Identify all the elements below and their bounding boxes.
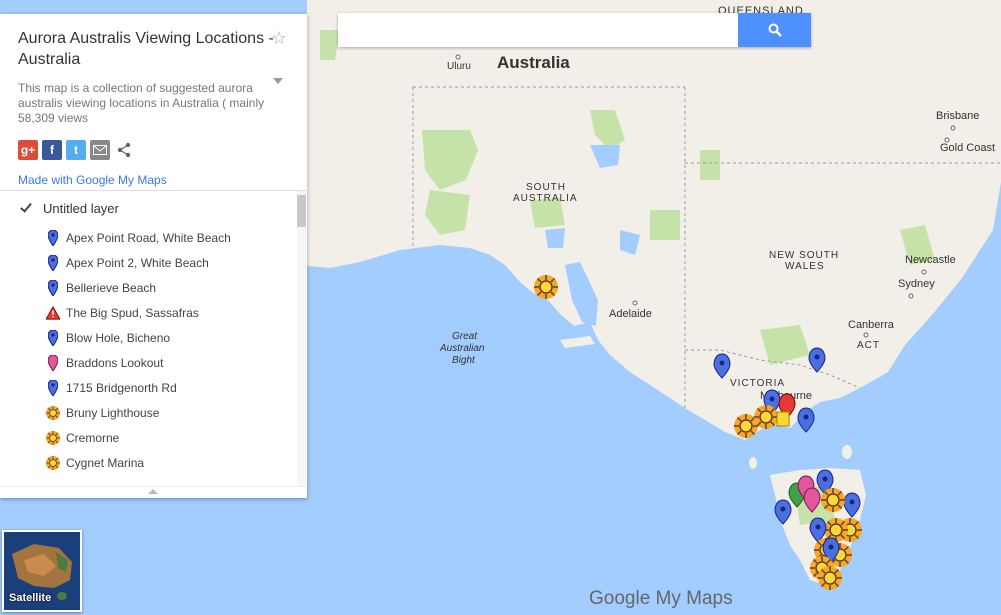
label-new-south: NEW SOUTH [769, 250, 839, 261]
email-icon[interactable] [90, 140, 110, 160]
layer-item[interactable]: Apex Point Road, White Beach [0, 225, 296, 250]
layer-item-label: The Big Spud, Sassafras [66, 305, 199, 320]
layer-item-label: Apex Point 2, White Beach [66, 255, 209, 270]
label-australia: Australia [497, 53, 570, 72]
star-icon[interactable]: ☆ [271, 28, 287, 49]
layer-name: Untitled layer [43, 200, 119, 216]
layer-scrollbar[interactable] [297, 191, 306, 487]
label-newcastle: Newcastle [905, 254, 956, 266]
label-bight: Bight [452, 355, 476, 366]
map-views: 58,309 views [18, 111, 89, 125]
layer-items: Apex Point Road, White Beach Apex Point 2… [0, 225, 296, 475]
label-gold-coast: Gold Coast [940, 142, 995, 154]
pink-pin-icon [46, 354, 60, 372]
layer-item-label: 1715 Bridgenorth Rd [66, 380, 177, 395]
search-button[interactable] [738, 13, 811, 47]
google-plus-icon[interactable]: g+ [18, 140, 38, 160]
label-south: SOUTH [526, 182, 566, 193]
blue-pin-icon [46, 279, 60, 297]
scrollbar-thumb[interactable] [297, 195, 306, 227]
layer-item-label: Bellerieve Beach [66, 280, 157, 295]
king-island [749, 457, 757, 469]
sun-icon [46, 429, 60, 447]
search-input[interactable] [338, 13, 738, 47]
twitter-icon[interactable]: t [66, 140, 86, 160]
made-with-link[interactable]: Made with Google My Maps [18, 173, 289, 187]
red-warning-icon [46, 304, 60, 322]
share-icon[interactable] [114, 140, 134, 160]
label-canberra: Canberra [848, 319, 895, 331]
map-search-box [338, 13, 811, 47]
collapse-panel-icon[interactable] [148, 489, 158, 494]
share-bar: g+ f t [18, 139, 289, 161]
google-my-maps-logo: Google My Maps [589, 588, 733, 609]
layer-item[interactable]: Bellerieve Beach [0, 275, 296, 300]
flinders-island [842, 445, 852, 459]
label-great: Great [452, 331, 478, 342]
map-description: This map is a collection of suggested au… [18, 81, 265, 110]
label-sydney: Sydney [898, 278, 935, 290]
label-adelaide: Adelaide [609, 308, 652, 320]
search-icon [768, 23, 782, 37]
sun-icon [46, 404, 60, 422]
layer-item-label: Cremorne [66, 430, 120, 445]
blue-pin-icon [46, 329, 60, 347]
layer-item-label: Bruny Lighthouse [66, 405, 160, 420]
map-title: Aurora Australis Viewing Locations - Aus… [18, 30, 274, 68]
layer-item[interactable]: Cremorne [0, 425, 296, 450]
layer-item[interactable]: Apex Point 2, White Beach [0, 250, 296, 275]
layer-item[interactable]: Cygnet Marina [0, 450, 296, 475]
label-australian: Australian [439, 343, 485, 354]
layer-list: Untitled layer Apex Point Road, White Be… [0, 191, 296, 487]
layer-header[interactable]: Untitled layer [0, 191, 296, 225]
blue-pin-icon [46, 229, 60, 247]
layer-item[interactable]: Braddons Lookout [0, 350, 296, 375]
layer-item[interactable]: 1715 Bridgenorth Rd [0, 375, 296, 400]
marker-sun-icon[interactable] [820, 487, 846, 513]
layer-checkbox[interactable] [20, 202, 32, 214]
layer-item[interactable]: Bruny Lighthouse [0, 400, 296, 425]
marker-sun-icon[interactable] [753, 404, 779, 430]
layer-item-label: Apex Point Road, White Beach [66, 230, 231, 245]
map-info-panel: Aurora Australis Viewing Locations - Aus… [0, 14, 307, 498]
layer-item-label: Blow Hole, Bicheno [66, 330, 171, 345]
marker-sun-icon[interactable] [533, 274, 559, 300]
panel-bottom-divider [0, 486, 307, 487]
blue-pin-icon [46, 254, 60, 272]
label-australia-state: AUSTRALIA [513, 193, 578, 204]
label-wales: WALES [785, 261, 825, 272]
layer-item-label: Braddons Lookout [66, 355, 164, 370]
layer-item-label: Cygnet Marina [66, 455, 145, 470]
expand-description-icon[interactable] [273, 78, 283, 84]
label-uluru: Uluru [447, 61, 471, 72]
layer-item[interactable]: The Big Spud, Sassafras [0, 300, 296, 325]
blue-pin-icon [46, 379, 60, 397]
label-act: ACT [857, 340, 880, 351]
label-victoria: VICTORIA [730, 378, 785, 389]
layer-item[interactable]: Blow Hole, Bicheno [0, 325, 296, 350]
marker-sun-icon[interactable] [817, 565, 843, 591]
satellite-label: Satellite [9, 592, 52, 604]
sun-icon [46, 454, 60, 472]
satellite-toggle[interactable]: Satellite [2, 530, 82, 612]
marker-note-icon[interactable] [776, 411, 790, 427]
label-brisbane: Brisbane [936, 110, 979, 122]
facebook-icon[interactable]: f [42, 140, 62, 160]
